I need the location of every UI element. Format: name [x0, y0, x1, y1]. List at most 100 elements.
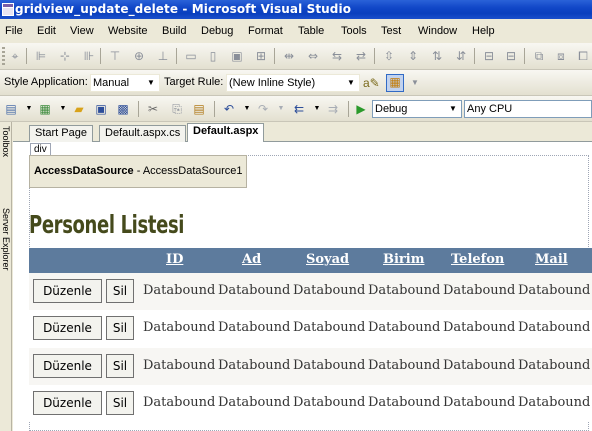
server-explorer-tab[interactable]: Server Explorer [0, 208, 12, 308]
vertical-spacing-decrease-icon[interactable]: ⇅ [430, 49, 444, 63]
same-size-icon[interactable]: ▣ [230, 49, 244, 63]
align-right-icon[interactable]: ⊪ [82, 49, 96, 63]
chevron-down-icon[interactable]: ▼ [274, 102, 288, 116]
cell-telefon: Databound [443, 283, 516, 298]
delete-button[interactable]: Sil [106, 279, 134, 303]
toolbox-tab[interactable]: Toolbox [0, 126, 12, 198]
menu-help[interactable]: Help [472, 25, 495, 37]
chevron-down-icon[interactable]: ▼ [310, 102, 324, 116]
navigate-forward-icon[interactable]: ⇉ [326, 102, 340, 116]
column-header-soyad[interactable]: Soyad [306, 252, 349, 267]
horizontal-spacing-equal-icon[interactable]: ⇹ [282, 49, 296, 63]
chevron-down-icon[interactable]: ▼ [56, 102, 70, 116]
align-top-icon[interactable]: ⊤ [108, 49, 122, 63]
menu-test[interactable]: Test [381, 25, 401, 37]
cell-id: Databound [143, 358, 216, 373]
apply-style-icon[interactable]: a✎ [363, 76, 380, 90]
cell-mail: Databound [518, 320, 591, 335]
undo-icon[interactable]: ↶ [222, 102, 236, 116]
toolbar-options-icon[interactable]: ▼ [408, 76, 422, 90]
table-row: Düzenle Sil Databound Databound Databoun… [29, 273, 592, 310]
cell-id: Databound [143, 283, 216, 298]
solution-platform-select[interactable]: Any CPU [464, 100, 592, 118]
menu-build[interactable]: Build [162, 25, 186, 37]
vertical-spacing-equal-icon[interactable]: ⇳ [382, 49, 396, 63]
document-tab-strip: Start Page Default.aspx.cs Default.aspx [13, 122, 592, 143]
horizontal-spacing-increase-icon[interactable]: ⇔ [306, 49, 320, 63]
show-overlay-icon[interactable]: ▦ [386, 74, 404, 92]
save-all-icon[interactable]: ▩ [116, 102, 130, 116]
tab-default-aspx[interactable]: Default.aspx [187, 123, 265, 143]
design-surface[interactable]: div AccessDataSource - AccessDataSource1… [13, 142, 592, 431]
toolbar-separator [176, 48, 177, 64]
toolbar-separator [374, 48, 375, 64]
center-vertically-icon[interactable]: ⊟ [504, 49, 518, 63]
open-file-icon[interactable]: ▰ [72, 102, 86, 116]
side-panel-strip: Toolbox Server Explorer [0, 122, 12, 431]
navigate-backward-icon[interactable]: ⇇ [292, 102, 306, 116]
edit-button[interactable]: Düzenle [33, 354, 102, 378]
access-data-source-control[interactable]: AccessDataSource - AccessDataSource1 [29, 155, 247, 188]
window-title: gridview_update_delete - Microsoft Visua… [15, 2, 352, 16]
menu-view[interactable]: View [70, 25, 94, 37]
column-header-mail[interactable]: Mail [535, 252, 568, 267]
solution-configuration-select[interactable]: Debug ▼ [372, 100, 462, 118]
center-horizontally-icon[interactable]: ⊟ [482, 49, 496, 63]
column-header-ad[interactable]: Ad [242, 252, 261, 267]
send-to-back-icon[interactable]: ⧈ [554, 49, 568, 63]
edit-button[interactable]: Düzenle [33, 279, 102, 303]
menu-table[interactable]: Table [298, 25, 324, 37]
start-debugging-icon[interactable]: ▶ [354, 102, 368, 116]
menu-tools[interactable]: Tools [341, 25, 367, 37]
edit-button[interactable]: Düzenle [33, 316, 102, 340]
target-rule-select[interactable]: (New Inline Style) ▼ [226, 74, 360, 92]
new-project-icon[interactable]: ▤ [4, 102, 18, 116]
toolbar-grip[interactable] [2, 47, 5, 65]
same-width-icon[interactable]: ▭ [184, 49, 198, 63]
chevron-down-icon[interactable]: ▼ [22, 102, 36, 116]
column-header-telefon[interactable]: Telefon [451, 252, 504, 267]
save-icon[interactable]: ▣ [94, 102, 108, 116]
cell-soyad: Databound [293, 320, 366, 335]
align-bottom-icon[interactable]: ⊥ [156, 49, 170, 63]
toolbar-separator [26, 48, 27, 64]
lock-controls-icon[interactable]: ⧠ [576, 49, 590, 63]
edit-button[interactable]: Düzenle [33, 391, 102, 415]
align-center-icon[interactable]: ⊹ [58, 49, 72, 63]
datasource-name: AccessDataSource1 [142, 165, 243, 177]
add-item-icon[interactable]: ▦ [38, 102, 52, 116]
delete-button[interactable]: Sil [106, 316, 134, 340]
standard-toolbar: ▤ ▼ ▦ ▼ ▰ ▣ ▩ ✂ ⎘ ▤ ↶ ▼ ↷ ▼ ⇇ ▼ ⇉ ▶ Debu… [0, 96, 592, 122]
menu-format[interactable]: Format [248, 25, 283, 37]
horizontal-spacing-remove-icon[interactable]: ⇄ [354, 49, 368, 63]
column-header-id[interactable]: ID [166, 252, 183, 267]
horizontal-spacing-decrease-icon[interactable]: ⇆ [330, 49, 344, 63]
cut-icon[interactable]: ✂ [146, 102, 160, 116]
bring-to-front-icon[interactable]: ⧉ [532, 49, 546, 63]
delete-button[interactable]: Sil [106, 354, 134, 378]
size-to-grid-icon[interactable]: ⊞ [254, 49, 268, 63]
tab-start-page[interactable]: Start Page [29, 125, 93, 142]
vertical-spacing-increase-icon[interactable]: ⇕ [406, 49, 420, 63]
gridview-header: ID Ad Soyad Birim Telefon Mail [29, 248, 592, 273]
menu-edit[interactable]: Edit [37, 25, 56, 37]
paste-icon[interactable]: ▤ [192, 102, 206, 116]
chevron-down-icon[interactable]: ▼ [240, 102, 254, 116]
column-header-birim[interactable]: Birim [383, 252, 424, 267]
same-height-icon[interactable]: ▯ [206, 49, 220, 63]
align-left-icon[interactable]: ⊫ [34, 49, 48, 63]
menu-bar: File Edit View Website Build Debug Forma… [0, 21, 592, 43]
copy-icon[interactable]: ⎘ [170, 102, 184, 116]
menu-file[interactable]: File [5, 25, 23, 37]
delete-button[interactable]: Sil [106, 391, 134, 415]
menu-debug[interactable]: Debug [201, 25, 233, 37]
align-grid-icon[interactable]: ⌖ [8, 49, 22, 63]
tab-default-aspx-cs[interactable]: Default.aspx.cs [99, 125, 187, 142]
align-middle-icon[interactable]: ⊕ [132, 49, 146, 63]
menu-website[interactable]: Website [108, 25, 148, 37]
toolbar-separator [100, 48, 101, 64]
redo-icon[interactable]: ↷ [256, 102, 270, 116]
style-application-select[interactable]: Manual ▼ [90, 74, 160, 92]
menu-window[interactable]: Window [418, 25, 457, 37]
vertical-spacing-remove-icon[interactable]: ⇵ [454, 49, 468, 63]
